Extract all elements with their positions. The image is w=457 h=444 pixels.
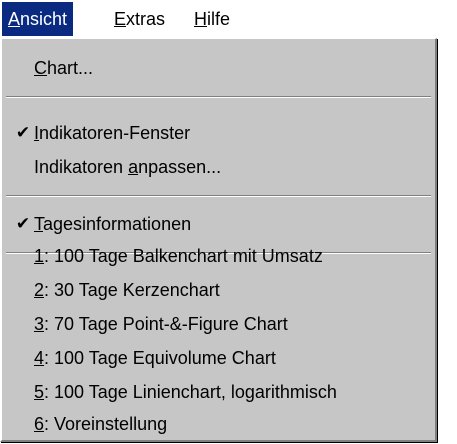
- menu-item-indikatoren-anpassen-text: npassen...: [138, 157, 222, 177]
- menu-item-preset-5-label: 5: 100 Tage Linienchart, logarithmisch: [34, 375, 337, 409]
- menu-extras[interactable]: Extras: [108, 2, 171, 36]
- menu-item-preset-1-label: 1: 100 Tage Balkenchart mit Umsatz: [34, 239, 323, 273]
- menu-extras-label: xtras: [126, 9, 166, 29]
- menu-item-preset-2-text: : 30 Tage Kerzenchart: [44, 280, 220, 300]
- menu-item-chart-text: hart...: [47, 58, 94, 78]
- menu-separator: [6, 195, 431, 197]
- checkmark-icon: ✔: [15, 123, 31, 142]
- menu-item-preset-5-text: : 100 Tage Linienchart, logarithmisch: [44, 382, 337, 402]
- menu-item-indikatoren-anpassen[interactable]: Indikatoren anpassen...: [2, 150, 435, 184]
- menu-item-preset-3-text: : 70 Tage Point-&-Figure Chart: [44, 314, 288, 334]
- menu-item-indikatoren-anpassen-prefix: Indikatoren: [34, 157, 129, 177]
- menu-item-tagesinformationen[interactable]: ✔ Tagesinformationen: [2, 207, 435, 241]
- menu-item-preset-4-label: 4: 100 Tage Equivolume Chart: [34, 341, 276, 375]
- menu-separator: [6, 96, 431, 98]
- menu-item-preset-5[interactable]: 5: 100 Tage Linienchart, logarithmisch: [2, 375, 435, 409]
- menu-bar: Ansicht Extras Hilfe: [0, 0, 457, 38]
- menu-hilfe[interactable]: Hilfe: [188, 2, 236, 36]
- menu-item-chart[interactable]: Chart...: [2, 51, 435, 85]
- checkmark-icon: ✔: [15, 214, 31, 233]
- menu-item-indikatoren-anpassen-label: Indikatoren anpassen...: [34, 150, 221, 184]
- menu-item-preset-2[interactable]: 2: 30 Tage Kerzenchart: [2, 273, 435, 307]
- menu-item-tagesinformationen-label: Tagesinformationen: [34, 207, 191, 241]
- menu-item-preset-1-text: : 100 Tage Balkenchart mit Umsatz: [44, 246, 323, 266]
- menu-item-preset-1-mnemonic: 1: [34, 246, 45, 266]
- menu-ansicht-label: nsicht: [20, 9, 68, 29]
- menu-item-preset-5-mnemonic: 5: [34, 382, 45, 402]
- menu-item-preset-2-label: 2: 30 Tage Kerzenchart: [34, 273, 220, 307]
- menu-item-preset-6-mnemonic: 6: [34, 414, 45, 434]
- menu-item-preset-1[interactable]: 1: 100 Tage Balkenchart mit Umsatz: [2, 239, 435, 273]
- menu-item-preset-6-text: : Voreinstellung: [44, 414, 168, 434]
- menu-item-indikatoren-fenster-text: ndikatoren-Fenster: [39, 123, 191, 143]
- menu-item-indikatoren-fenster-label: Indikatoren-Fenster: [34, 116, 190, 150]
- menu-item-preset-6-label: 6: Voreinstellung: [34, 407, 167, 441]
- menu-item-preset-6[interactable]: 6: Voreinstellung: [2, 407, 435, 441]
- ansicht-dropdown-menu: Chart... ✔ Indikatoren-Fenster Indikator…: [0, 38, 437, 442]
- menu-item-preset-3-mnemonic: 3: [34, 314, 45, 334]
- menu-item-preset-3-label: 3: 70 Tage Point-&-Figure Chart: [34, 307, 288, 341]
- menu-item-tagesinformationen-mnemonic: T: [34, 214, 43, 234]
- menu-item-preset-2-mnemonic: 2: [34, 280, 45, 300]
- menu-item-preset-4[interactable]: 4: 100 Tage Equivolume Chart: [2, 341, 435, 375]
- menu-item-tagesinformationen-text: agesinformationen: [43, 214, 192, 234]
- menu-item-preset-4-mnemonic: 4: [34, 348, 45, 368]
- menu-hilfe-label: ilfe: [207, 9, 231, 29]
- menu-ansicht[interactable]: Ansicht: [2, 2, 74, 36]
- menu-item-chart-mnemonic: C: [34, 58, 47, 78]
- menu-hilfe-mnemonic: H: [194, 9, 207, 29]
- menu-item-indikatoren-anpassen-mnemonic: a: [128, 157, 139, 177]
- menu-item-chart-label: Chart...: [34, 51, 93, 85]
- menu-item-preset-4-text: : 100 Tage Equivolume Chart: [44, 348, 276, 368]
- menu-extras-mnemonic: E: [114, 9, 127, 29]
- menu-item-indikatoren-fenster[interactable]: ✔ Indikatoren-Fenster: [2, 116, 435, 150]
- menu-ansicht-mnemonic: A: [8, 9, 21, 29]
- menu-item-preset-3[interactable]: 3: 70 Tage Point-&-Figure Chart: [2, 307, 435, 341]
